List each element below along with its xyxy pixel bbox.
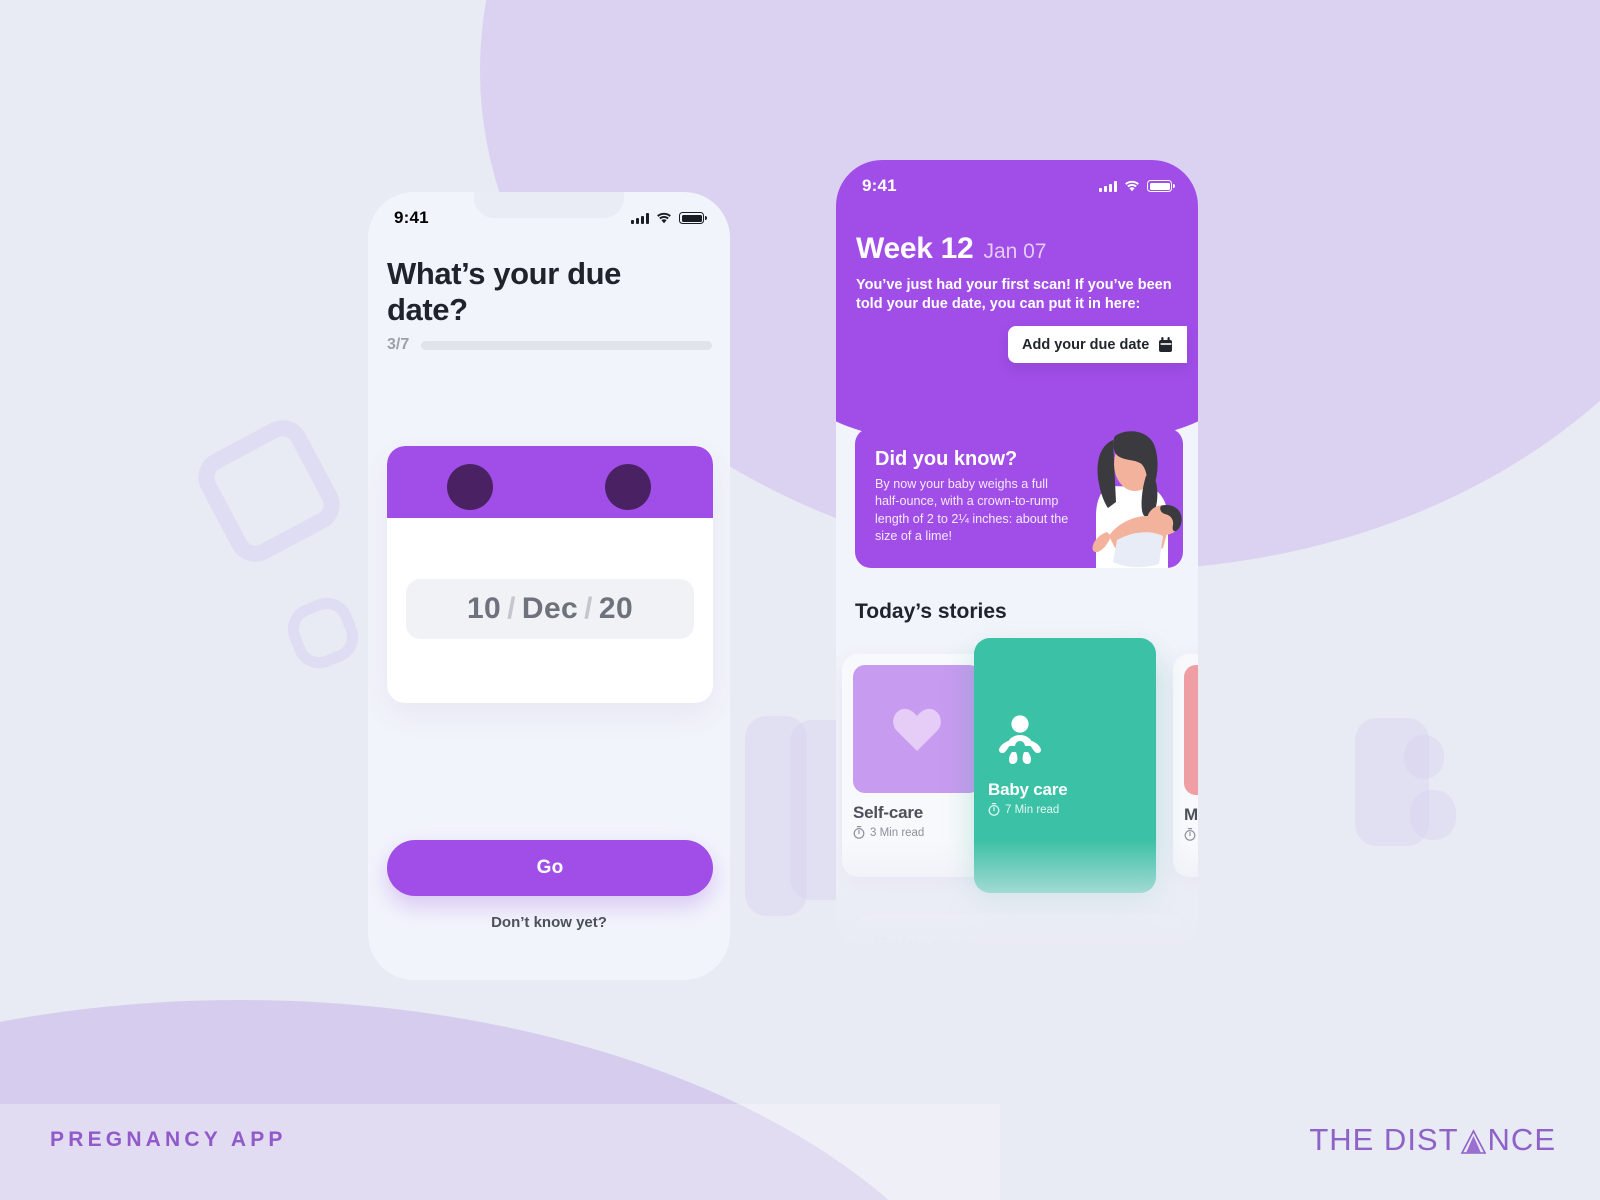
did-you-know-title: Did you know? <box>875 448 1018 470</box>
status-bar: 9:41 <box>368 192 730 244</box>
story-thumbnail <box>1184 665 1198 795</box>
stopwatch-icon <box>988 803 1000 816</box>
studio-logo: THE DIST NCE <box>1309 1122 1556 1158</box>
go-button[interactable]: Go <box>387 840 713 896</box>
story-read-time-label: 3 Min read <box>870 826 925 839</box>
calendar-header <box>387 446 713 518</box>
story-read-time-label: 7 Min read <box>1005 803 1060 816</box>
battery-full-icon <box>1147 180 1175 192</box>
dont-know-yet-link[interactable]: Don’t know yet? <box>368 914 730 931</box>
phone-due-date-screen: 9:41 What’s your due date? 3/7 10 / Dec … <box>368 192 730 980</box>
due-date-month: Dec <box>521 592 579 625</box>
story-title: Self-care <box>853 803 924 822</box>
did-you-know-body: By now your baby weighs a full half-ounc… <box>875 477 1069 544</box>
status-bar: 9:41 <box>836 160 1198 212</box>
progress-label: 3/7 <box>387 336 410 353</box>
add-due-date-label: Add your due date <box>1022 336 1150 353</box>
studio-name-pre: THE DIST <box>1309 1122 1459 1157</box>
wifi-icon <box>657 212 671 224</box>
page-title: What’s your due date? <box>387 256 621 328</box>
footer-band <box>0 1104 1000 1200</box>
story-read-time: 3 Min read <box>853 826 981 839</box>
triangle-a-logo-icon <box>1460 1128 1486 1154</box>
due-date-day: 10 <box>466 592 502 625</box>
due-date-year: 20 <box>598 592 634 625</box>
calendar-widget-icon[interactable]: 10 / Dec / 20 <box>387 446 713 703</box>
deco-rect-5 <box>1410 790 1456 840</box>
calendar-ring-right <box>605 464 651 510</box>
story-title: Mental health <box>1184 805 1198 824</box>
phone-week-overview-screen: 9:41 Week 12 Jan 07 You’ve just had your… <box>836 160 1198 960</box>
todays-stories-heading: Today’s stories <box>855 600 1007 623</box>
project-label: PREGNANCY APP <box>50 1128 287 1151</box>
week-number: Week 12 <box>856 232 974 265</box>
story-read-time: 7 Min read <box>988 803 1142 816</box>
status-time: 9:41 <box>862 176 897 195</box>
studio-name-post: NCE <box>1487 1122 1556 1157</box>
deco-square-1 <box>189 411 349 571</box>
due-date-field[interactable]: 10 / Dec / 20 <box>406 579 694 639</box>
deco-square-2 <box>280 590 366 676</box>
week-message: You’ve just had your first scan! If you’… <box>856 277 1172 313</box>
add-due-date-button[interactable]: Add your due date <box>1008 326 1188 363</box>
story-thumbnail <box>853 665 981 793</box>
stopwatch-icon <box>853 826 865 839</box>
battery-full-icon <box>679 212 707 224</box>
calendar-ring-left <box>447 464 493 510</box>
deco-rect-4 <box>1404 735 1444 779</box>
onboarding-progress: 3/7 <box>387 336 712 354</box>
wifi-icon <box>1125 180 1139 192</box>
heart-icon <box>893 708 941 751</box>
baby-icon <box>999 715 1041 765</box>
progress-track <box>421 340 712 350</box>
cellular-bars-icon <box>1099 180 1117 192</box>
decorative-background <box>0 0 1600 1200</box>
mother-holding-baby-illustration <box>1092 431 1182 568</box>
week-date: Jan 07 <box>983 240 1047 263</box>
week-title-row: Week 12 Jan 07 <box>856 232 1047 266</box>
cellular-bars-icon <box>631 212 649 224</box>
date-separator-2: / <box>584 592 593 625</box>
story-title: Baby care <box>988 780 1068 799</box>
status-time: 9:41 <box>394 208 429 227</box>
date-separator-1: / <box>507 592 516 625</box>
did-you-know-card[interactable]: Did you know? By now your baby weighs a … <box>855 428 1183 568</box>
story-thumbnail <box>988 652 1142 770</box>
calendar-icon <box>1159 336 1173 352</box>
bottom-fade-overlay <box>836 840 1198 960</box>
